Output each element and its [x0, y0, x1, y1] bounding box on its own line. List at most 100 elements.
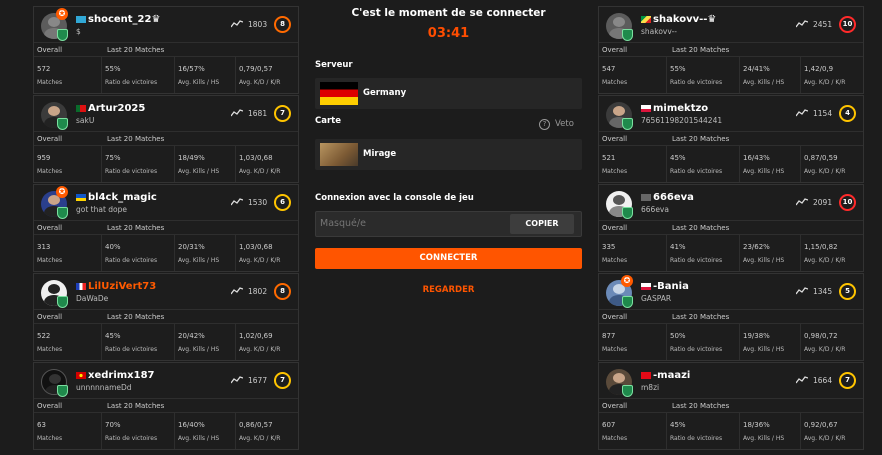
trend-icon [796, 198, 808, 206]
player-name[interactable]: xedrimx187 [88, 370, 155, 381]
watch-button[interactable]: REGARDER [315, 285, 582, 295]
premium-badge-icon: ✪ [621, 275, 633, 288]
flag-france-icon [76, 283, 86, 291]
last20-label: Last 20 Matches [672, 224, 730, 233]
flag-congo-icon [641, 16, 651, 23]
stats-row: 877 Matches 50% Ratio de victoires 19/38% A… [599, 324, 863, 361]
player-header: ✪ -Bania GASPAR 1345 5 [599, 274, 863, 311]
player-card[interactable]: mimektzo 76561198201544241 1154 4 Overal… [598, 95, 864, 183]
player-name[interactable]: LilUziVert73 [88, 281, 156, 292]
player-header: Artur2025 sakU 1681 7 [34, 96, 298, 133]
last20-label: Last 20 Matches [672, 402, 730, 411]
server-selector[interactable]: Germany [315, 78, 582, 109]
stats-labels: Overall Last 20 Matches [34, 221, 298, 236]
last20-label: Last 20 Matches [107, 135, 165, 144]
copy-button[interactable]: COPIER [510, 214, 574, 234]
player-card[interactable]: shakovv--♛ shakovv-- 2451 10 Overall Las… [598, 6, 864, 94]
stat-value: 0,86/0,57 [239, 421, 273, 430]
overall-label: Overall [37, 224, 63, 233]
stat-kills-hs: 20/42% Avg. Kills / HS [174, 324, 235, 361]
player-name[interactable]: -Bania [653, 281, 689, 292]
map-label: Carte [315, 116, 341, 126]
flag-poland-icon [641, 283, 651, 291]
stat-kills-hs: 16/57% Avg. Kills / HS [174, 57, 235, 93]
overall-label: Overall [602, 224, 628, 233]
stat-value: 1,02/0,69 [239, 332, 273, 341]
stat-key: Ratio de victoires [105, 257, 158, 265]
skill-level-badge: 6 [274, 194, 291, 212]
skill-level-badge: 8 [274, 16, 291, 33]
stats-labels: Overall Last 20 Matches [599, 310, 863, 325]
connect-command-field[interactable]: COPIER [315, 211, 582, 237]
stat-value: 19/38% [743, 332, 770, 341]
stat-value: 522 [37, 332, 51, 341]
stat-key: Avg. Kills / HS [743, 168, 785, 176]
player-card[interactable]: ✪ bl4ck_magic got that dope 1530 6 Overa… [33, 184, 299, 272]
skill-level-badge: 7 [839, 372, 856, 390]
player-header: -maazi m8zi 1664 7 [599, 363, 863, 400]
premium-badge-icon: ✪ [56, 8, 68, 20]
info-icon[interactable]: ? [539, 119, 550, 130]
elo-value: 1681 [248, 109, 268, 119]
player-name[interactable]: mimektzo [653, 103, 708, 114]
verified-shield-icon [57, 207, 68, 220]
stat-key: Avg. Kills / HS [178, 168, 220, 176]
stat-value: 24/41% [743, 65, 770, 73]
player-subtitle: got that dope [76, 205, 128, 215]
stat-winrate: 41% Ratio de victoires [666, 235, 739, 272]
stat-key: Avg. Kills / HS [743, 79, 785, 86]
stat-value: 75% [105, 154, 121, 163]
player-card[interactable]: -maazi m8zi 1664 7 Overall Last 20 Match… [598, 362, 864, 450]
stat-value: 521 [602, 154, 616, 163]
verified-shield-icon [57, 29, 68, 41]
connect-command-input[interactable] [320, 218, 500, 229]
stat-value: 45% [670, 421, 686, 430]
stat-key: Avg. K/D / K/R [804, 435, 846, 443]
stat-key: Matches [37, 79, 63, 86]
stat-key: Matches [602, 257, 628, 265]
player-header: ✪ shocent_22♛ $ 1803 8 [34, 7, 298, 43]
overall-label: Overall [602, 402, 628, 411]
elo-value: 1803 [248, 20, 268, 29]
connect-button[interactable]: CONNECTER [315, 248, 582, 269]
map-selector[interactable]: Mirage [315, 139, 582, 170]
stat-value: 0,79/0,57 [239, 65, 273, 73]
console-label: Connexion avec la console de jeu [315, 193, 474, 203]
verified-shield-icon [622, 296, 633, 309]
skill-level-badge: 10 [839, 194, 856, 212]
player-header: shakovv--♛ shakovv-- 2451 10 [599, 7, 863, 43]
stat-matches: 877 Matches [599, 324, 666, 360]
stat-matches: 547 Matches [599, 57, 666, 93]
player-card[interactable]: 666eva 666eva 2091 10 Overall Last 20 Ma… [598, 184, 864, 272]
player-name[interactable]: Artur2025 [88, 103, 145, 114]
flag-germany-icon [320, 82, 358, 105]
player-card[interactable]: ✪ shocent_22♛ $ 1803 8 Overall Last 20 M… [33, 6, 299, 94]
player-card[interactable]: Artur2025 sakU 1681 7 Overall Last 20 Ma… [33, 95, 299, 183]
flag-portugal-icon [76, 105, 86, 113]
stat-value: 1,15/0,82 [804, 243, 838, 252]
stat-key: Avg. K/D / K/R [239, 435, 281, 443]
overall-label: Overall [37, 402, 63, 411]
verified-shield-icon [57, 385, 68, 398]
player-card[interactable]: xedrimx187 unnnnnameDd 1677 7 Overall La… [33, 362, 299, 450]
player-name[interactable]: bl4ck_magic [88, 192, 157, 203]
stats-labels: Overall Last 20 Matches [599, 43, 863, 57]
stat-key: Matches [602, 346, 628, 354]
player-header: 666eva 666eva 2091 10 [599, 185, 863, 222]
player-name[interactable]: shakovv--♛ [653, 14, 716, 25]
stat-matches: 313 Matches [34, 235, 101, 271]
last20-label: Last 20 Matches [107, 402, 165, 411]
player-card[interactable]: LilUziVert73 DaWaDe 1802 8 Overall Last … [33, 273, 299, 361]
stats-labels: Overall Last 20 Matches [599, 221, 863, 236]
player-name[interactable]: shocent_22♛ [88, 14, 160, 25]
player-card[interactable]: ✪ -Bania GASPAR 1345 5 Overall Last 20 M… [598, 273, 864, 361]
stats-row: 335 Matches 41% Ratio de victoires 23/62% A… [599, 235, 863, 272]
last20-label: Last 20 Matches [107, 46, 165, 54]
stat-value: 55% [670, 65, 686, 73]
stat-value: 63 [37, 421, 46, 430]
stat-kills-hs: 24/41% Avg. Kills / HS [739, 57, 800, 93]
veto-link[interactable]: Veto [555, 119, 574, 129]
player-name[interactable]: 666eva [653, 192, 694, 203]
player-name[interactable]: -maazi [653, 370, 690, 381]
skill-level-badge: 7 [274, 105, 291, 123]
